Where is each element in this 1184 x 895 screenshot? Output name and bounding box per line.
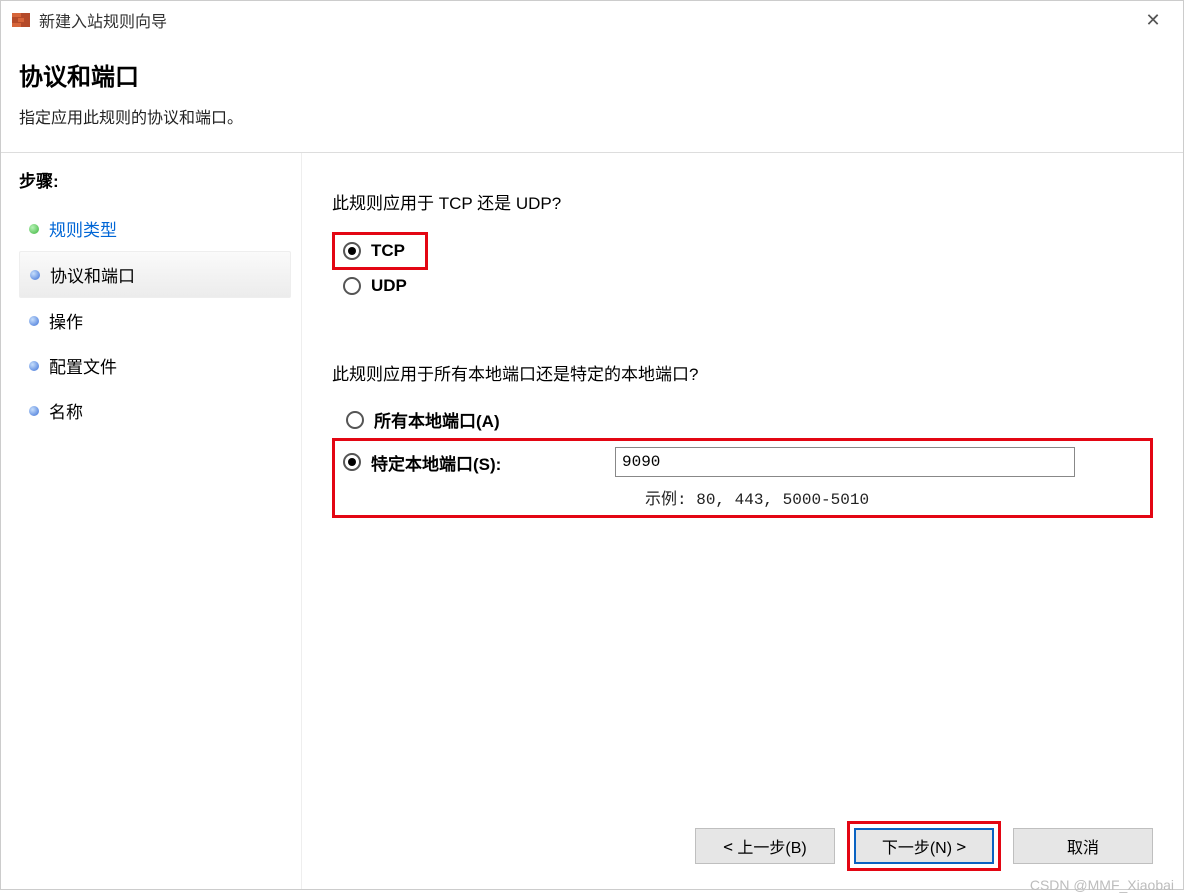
steps-sidebar: 步骤: 规则类型 协议和端口 操作 配置文件 名称 (1, 153, 301, 889)
step-bullet-icon (29, 406, 39, 416)
wizard-window: 新建入站规则向导 ✕ 协议和端口 指定应用此规则的协议和端口。 步骤: 规则类型… (0, 0, 1184, 890)
radio-label: 所有本地端口(A) (374, 407, 500, 432)
back-button[interactable]: < 上一步(B) (695, 828, 835, 864)
protocol-group: TCP UDP (332, 232, 1153, 300)
wizard-footer: < 上一步(B) 下一步(N) > 取消 (695, 821, 1153, 871)
step-label: 名称 (49, 398, 83, 423)
step-label: 协议和端口 (50, 262, 135, 287)
step-bullet-icon (29, 224, 39, 234)
step-label: 操作 (49, 308, 83, 333)
step-name[interactable]: 名称 (19, 388, 291, 433)
radio-icon (343, 277, 361, 295)
steps-title: 步骤: (19, 167, 291, 192)
step-protocol-port[interactable]: 协议和端口 (19, 251, 291, 298)
next-label: 下一步(N) (882, 834, 952, 858)
window-title: 新建入站规则向导 (39, 8, 167, 32)
specific-ports-input[interactable] (615, 447, 1075, 477)
radio-label: UDP (371, 276, 407, 296)
step-rule-type[interactable]: 规则类型 (19, 206, 291, 251)
next-button[interactable]: 下一步(N) > (854, 828, 994, 864)
step-bullet-icon (29, 316, 39, 326)
wizard-main: 此规则应用于 TCP 还是 UDP? TCP UDP 此规则应用于所有本地端口还… (301, 153, 1183, 889)
port-example-value: 80, 443, 5000-5010 (696, 491, 869, 509)
radio-icon (346, 411, 364, 429)
chevron-right-icon: > (957, 837, 967, 856)
radio-specific-ports-row: 特定本地端口(S): (337, 443, 1144, 481)
wizard-header: 协议和端口 指定应用此规则的协议和端口。 (1, 39, 1183, 153)
cancel-label: 取消 (1067, 834, 1099, 858)
back-label: 上一步(B) (737, 834, 806, 858)
radio-label: 特定本地端口(S): (371, 450, 601, 475)
protocol-question: 此规则应用于 TCP 还是 UDP? (332, 189, 1153, 214)
chevron-left-icon: < (723, 837, 733, 856)
radio-icon (343, 453, 361, 471)
step-bullet-icon (30, 270, 40, 280)
highlight-tcp: TCP (332, 232, 428, 270)
radio-label: TCP (371, 241, 405, 261)
step-bullet-icon (29, 361, 39, 371)
close-button[interactable]: ✕ (1133, 5, 1173, 35)
page-heading: 协议和端口 (19, 57, 1165, 92)
step-action[interactable]: 操作 (19, 298, 291, 343)
radio-specific-ports[interactable]: 特定本地端口(S): (343, 450, 601, 475)
page-subheading: 指定应用此规则的协议和端口。 (19, 104, 1165, 128)
step-label: 配置文件 (49, 353, 117, 378)
radio-udp[interactable]: UDP (337, 272, 1153, 300)
step-profile[interactable]: 配置文件 (19, 343, 291, 388)
highlight-next: 下一步(N) > (847, 821, 1001, 871)
highlight-specific-port: 特定本地端口(S): 示例: 80, 443, 5000-5010 (332, 438, 1153, 518)
cancel-button[interactable]: 取消 (1013, 828, 1153, 864)
port-question: 此规则应用于所有本地端口还是特定的本地端口? (332, 360, 1153, 385)
step-label: 规则类型 (49, 216, 117, 241)
title-bar: 新建入站规则向导 ✕ (1, 1, 1183, 39)
radio-all-ports[interactable]: 所有本地端口(A) (340, 403, 1153, 436)
port-example-prefix: 示例: (645, 491, 696, 509)
radio-icon (343, 242, 361, 260)
port-group: 所有本地端口(A) 特定本地端口(S): 示例: 80, 443, 5000-5… (332, 403, 1153, 518)
firewall-icon (11, 10, 31, 30)
port-example: 示例: 80, 443, 5000-5010 (645, 485, 1144, 509)
radio-tcp[interactable]: TCP (337, 237, 411, 265)
wizard-body: 步骤: 规则类型 协议和端口 操作 配置文件 名称 (1, 153, 1183, 889)
